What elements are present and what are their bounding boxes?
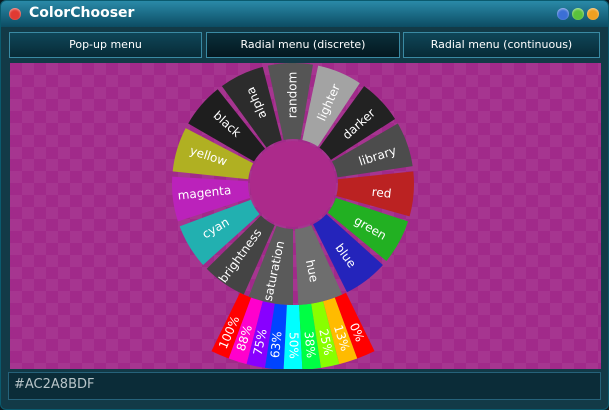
minimize-icon[interactable] <box>557 8 569 20</box>
hex-color-value: #AC2A8BDF <box>14 377 95 392</box>
ring-label: random <box>286 72 300 119</box>
radial-color-menu[interactable]: 100%88%75%63% 50% 38%25%13%0%alpha random li… <box>10 63 601 369</box>
color-chooser-window: ColorChooser Pop-up menu Radial menu (di… <box>0 0 609 410</box>
scale-label: 63% <box>268 331 285 359</box>
fullscreen-icon[interactable] <box>587 8 599 20</box>
title-bar[interactable]: ColorChooser <box>1 1 608 27</box>
current-color-swatch <box>250 141 336 227</box>
scale-label: 50% <box>287 332 301 359</box>
close-icon[interactable] <box>9 8 21 20</box>
scale-label: 38% <box>301 331 318 359</box>
tab-popup-menu[interactable]: Pop-up menu <box>9 32 202 58</box>
status-bar: #AC2A8BDF <box>8 372 601 400</box>
ring-label: red <box>371 185 392 201</box>
color-preview-canvas[interactable]: 100% 88% 75% 63% 50% 38% 25% 13% 0% alpha random li… <box>10 63 601 369</box>
window-title: ColorChooser <box>29 5 135 21</box>
tab-radial-continuous[interactable]: Radial menu (continuous) <box>403 32 600 58</box>
tab-radial-discrete[interactable]: Radial menu (discrete) <box>206 32 400 58</box>
maximize-icon[interactable] <box>572 8 584 20</box>
